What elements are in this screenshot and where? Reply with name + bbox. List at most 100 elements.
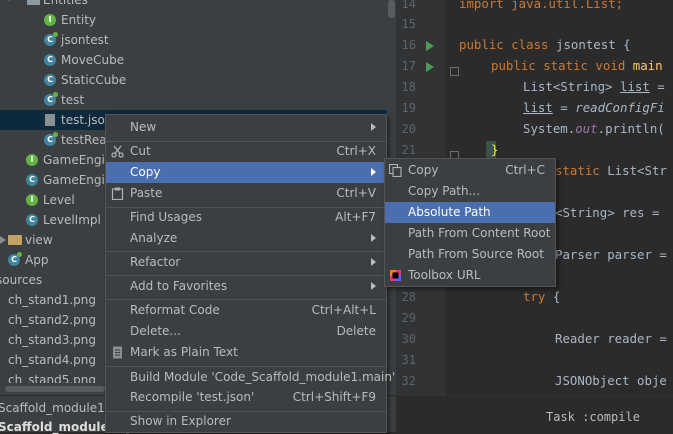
line-number: 28 (401, 290, 416, 304)
submenu-item-path-from-source-root[interactable]: Path From Source Root (385, 244, 555, 265)
tree-item-movecube[interactable]: C MoveCube (0, 50, 387, 70)
code-line-22: static List<Str (555, 163, 667, 178)
tree-item-label: ch_stand4.png (8, 353, 97, 367)
menu-item-label: Add to Favorites (130, 279, 228, 293)
code-token: out (575, 121, 598, 136)
menu-item-copy[interactable]: Copy (106, 162, 386, 183)
line-number: 20 (401, 122, 416, 136)
class-icon: C (44, 74, 56, 86)
code-token: public static void (491, 58, 633, 73)
menu-item-shortcut: Delete (336, 324, 376, 338)
code-line-18: List<String> list = (523, 79, 665, 94)
code-line-19: list = readConfigFi (523, 100, 665, 115)
menu-item-shortcut: Ctrl+Alt+L (311, 303, 376, 317)
menu-item-mark-as-plain-text[interactable]: Mark as Plain Text (106, 342, 386, 363)
fold-marker-icon[interactable] (450, 67, 459, 76)
line-number: 32 (401, 374, 416, 388)
code-token: List<String> (523, 79, 620, 94)
run-gutter-icon[interactable] (426, 62, 434, 72)
menu-item-shortcut: Ctrl+X (336, 144, 376, 158)
code-token: import java.util.List; (459, 0, 624, 11)
code-token: { (615, 37, 631, 52)
submenu-arrow-icon (371, 234, 376, 242)
submenu-item-absolute-path[interactable]: Absolute Path (385, 202, 555, 223)
interface-icon: I (44, 14, 56, 26)
submenu-arrow-icon (371, 258, 376, 266)
code-token: readConfigFi (575, 100, 665, 115)
code-line-28: try { (523, 289, 560, 304)
submenu-item-copy[interactable]: Copy Ctrl+C (385, 160, 555, 181)
tree-item-label: test (61, 93, 85, 107)
menu-item-show-in-explorer[interactable]: Show in Explorer (106, 411, 386, 432)
submenu-item-toolbox-url[interactable]: Toolbox URL (385, 265, 555, 286)
json-file-icon (45, 114, 55, 126)
tree-item-entities[interactable]: Entities (0, 0, 387, 10)
context-menu: New Cut Ctrl+X Copy Paste Ctrl+V Find Us… (105, 114, 395, 433)
code-token: list (619, 79, 650, 94)
tree-item-label: GameEngin (43, 173, 113, 187)
menu-item-delete[interactable]: Delete... Delete (106, 321, 386, 342)
tree-item-label: jsontest (61, 33, 109, 47)
expand-arrow-icon[interactable] (5, 0, 13, 1)
tree-horizontal-scroll-thumb[interactable] (5, 386, 105, 392)
menu-item-label: Find Usages (130, 210, 203, 224)
collapse-arrow-icon[interactable] (0, 236, 6, 244)
code-line-21: } (491, 142, 498, 157)
menu-item-cut[interactable]: Cut Ctrl+X (106, 141, 386, 162)
menu-item-recompile[interactable]: Recompile 'test.json' Ctrl+Shift+F9 (106, 387, 386, 408)
menu-item-label: Path From Content Root (408, 226, 551, 240)
code-line-17: public static void main (491, 58, 663, 73)
tree-item-label: MoveCube (61, 53, 125, 67)
menu-item-label: Cut (130, 144, 151, 158)
menu-item-new[interactable]: New (106, 117, 386, 138)
menu-item-label: Copy Path... (408, 184, 481, 198)
tree-item-label: LevelImpl (43, 213, 101, 227)
run-gutter-icon[interactable] (426, 41, 434, 51)
line-number: 14 (401, 0, 416, 11)
tree-item-test[interactable]: C test (0, 90, 387, 110)
tree-item-entity[interactable]: I Entity (0, 10, 387, 30)
run-badge-icon (53, 32, 58, 37)
folder-icon (8, 235, 22, 245)
menu-item-refactor[interactable]: Refactor (106, 252, 386, 273)
menu-item-analyze[interactable]: Analyze (106, 228, 386, 249)
code-token: System. (523, 121, 576, 136)
menu-item-label: Build Module 'Code_Scaffold_module1.main… (130, 370, 396, 384)
menu-item-paste[interactable]: Paste Ctrl+V (106, 183, 386, 204)
run-badge-icon (53, 132, 58, 137)
menu-item-label: Refactor (130, 255, 181, 269)
menu-item-label: Copy (408, 163, 439, 177)
code-line-16: public class jsontest { (459, 37, 631, 52)
menu-item-find-usages[interactable]: Find Usages Alt+F7 (106, 207, 386, 228)
class-icon: C (26, 174, 38, 186)
tree-item-staticcube[interactable]: C StaticCube (0, 70, 387, 90)
code-token: { (545, 289, 561, 304)
submenu-item-path-from-content-root[interactable]: Path From Content Root (385, 223, 555, 244)
console-output: Task :compile (546, 410, 640, 424)
code-token: Reader reader = (555, 331, 667, 346)
interface-icon: I (26, 154, 38, 166)
menu-item-add-to-favorites[interactable]: Add to Favorites (106, 276, 386, 297)
line-number: 17 (401, 59, 416, 73)
run-console[interactable]: Task :compile (396, 395, 673, 432)
submenu-arrow-icon (371, 282, 376, 290)
code-line-14: import java.util.List; (459, 0, 623, 11)
menu-item-label: Delete... (130, 324, 181, 338)
line-number: 30 (401, 332, 416, 346)
code-line-32: JSONObject obje (555, 373, 667, 388)
tree-item-jsontest[interactable]: C jsontest (0, 30, 387, 50)
menu-item-shortcut: Ctrl+V (336, 186, 376, 200)
menu-item-reformat-code[interactable]: Reformat Code Ctrl+Alt+L (106, 300, 386, 321)
tree-item-label: ch_stand3.png (8, 333, 97, 347)
tree-vertical-scroll-thumb[interactable] (388, 0, 395, 18)
code-token: list (523, 100, 553, 115)
menu-item-label: Show in Explorer (130, 414, 231, 428)
scissors-icon (111, 145, 124, 158)
package-icon (27, 0, 40, 5)
menu-item-build-module[interactable]: Build Module 'Code_Scaffold_module1.main… (106, 367, 395, 388)
code-token: List<Str (607, 163, 667, 178)
submenu-item-copy-path[interactable]: Copy Path... (385, 181, 555, 202)
tree-item-label: Level (43, 193, 75, 207)
menu-item-shortcut: Ctrl+C (505, 163, 545, 177)
tree-item-label: Entity (61, 13, 97, 27)
